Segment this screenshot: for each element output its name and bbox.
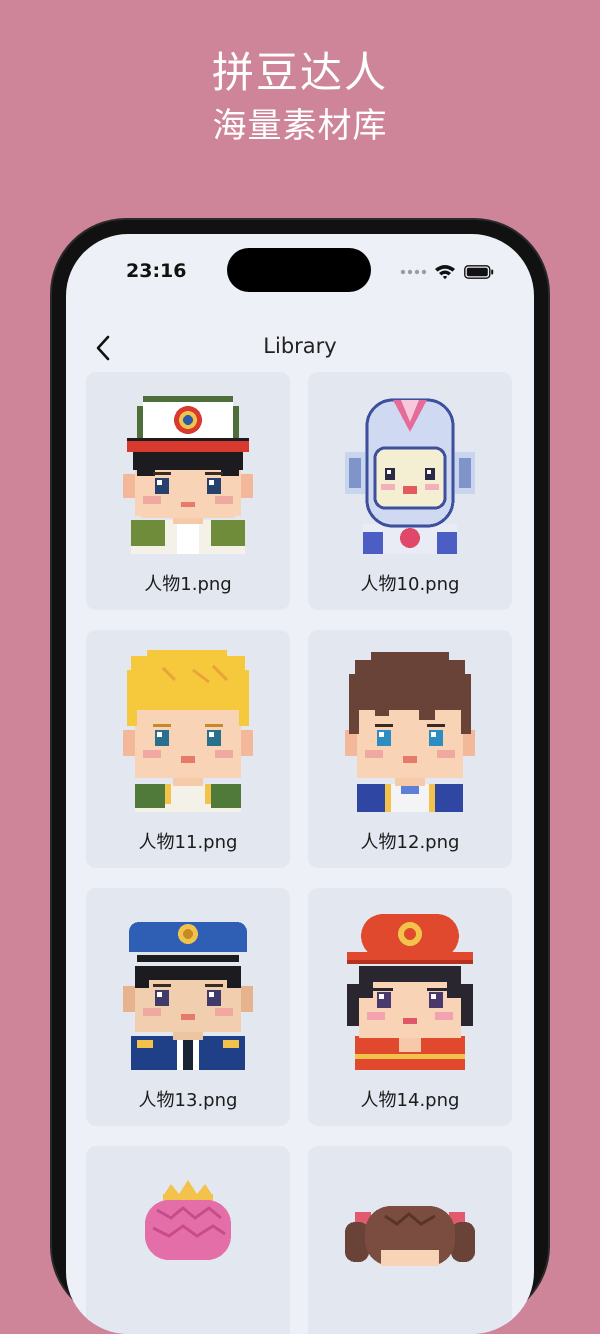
library-item[interactable]: 人物14.png <box>308 888 512 1126</box>
status-icons <box>400 264 494 280</box>
status-bar: 23:16 <box>66 234 534 314</box>
battery-icon <box>464 265 494 279</box>
promo-subtitle: 海量素材库 <box>212 106 388 146</box>
wifi-icon <box>435 265 455 280</box>
firefighter-image <box>347 914 473 1070</box>
dynamic-island <box>227 248 371 292</box>
brown-hair-boy-image <box>345 652 475 812</box>
library-item[interactable] <box>86 1146 290 1334</box>
library-item[interactable]: 人物12.png <box>308 630 512 868</box>
library-item[interactable]: 人物11.png <box>86 630 290 868</box>
promo-title: 拼豆达人 <box>211 48 388 97</box>
file-name: 人物12.png <box>360 832 460 853</box>
signal-dots-icon <box>400 269 426 275</box>
cap-boy-image <box>123 396 253 554</box>
promo-headline: 拼豆达人 海量素材库 <box>0 44 600 150</box>
status-time: 23:16 <box>126 260 187 282</box>
nav-bar: Library <box>66 324 534 374</box>
astronaut-image <box>345 398 475 554</box>
library-item[interactable]: 人物13.png <box>86 888 290 1126</box>
library-item[interactable]: 人物1.png <box>86 372 290 610</box>
file-name: 人物13.png <box>138 1090 238 1111</box>
file-name: 人物11.png <box>138 832 238 853</box>
phone-frame: 23:16 Library 人物1.png 人物10.png 人物11.png … <box>52 220 548 1334</box>
princess-image <box>145 1180 231 1260</box>
library-item[interactable]: 人物10.png <box>308 372 512 610</box>
phone-screen: 23:16 Library 人物1.png 人物10.png 人物11.png … <box>66 234 534 1334</box>
library-item[interactable] <box>308 1146 512 1334</box>
police-officer-image <box>123 922 253 1070</box>
file-name: 人物1.png <box>144 574 232 595</box>
pigtail-girl-image <box>345 1206 475 1266</box>
page-title: Library <box>263 334 337 358</box>
file-name: 人物10.png <box>360 574 460 595</box>
library-grid: 人物1.png 人物10.png 人物11.png 人物12.png 人物13.… <box>86 372 514 1334</box>
file-name: 人物14.png <box>360 1090 460 1111</box>
blonde-boy-image <box>123 650 253 812</box>
